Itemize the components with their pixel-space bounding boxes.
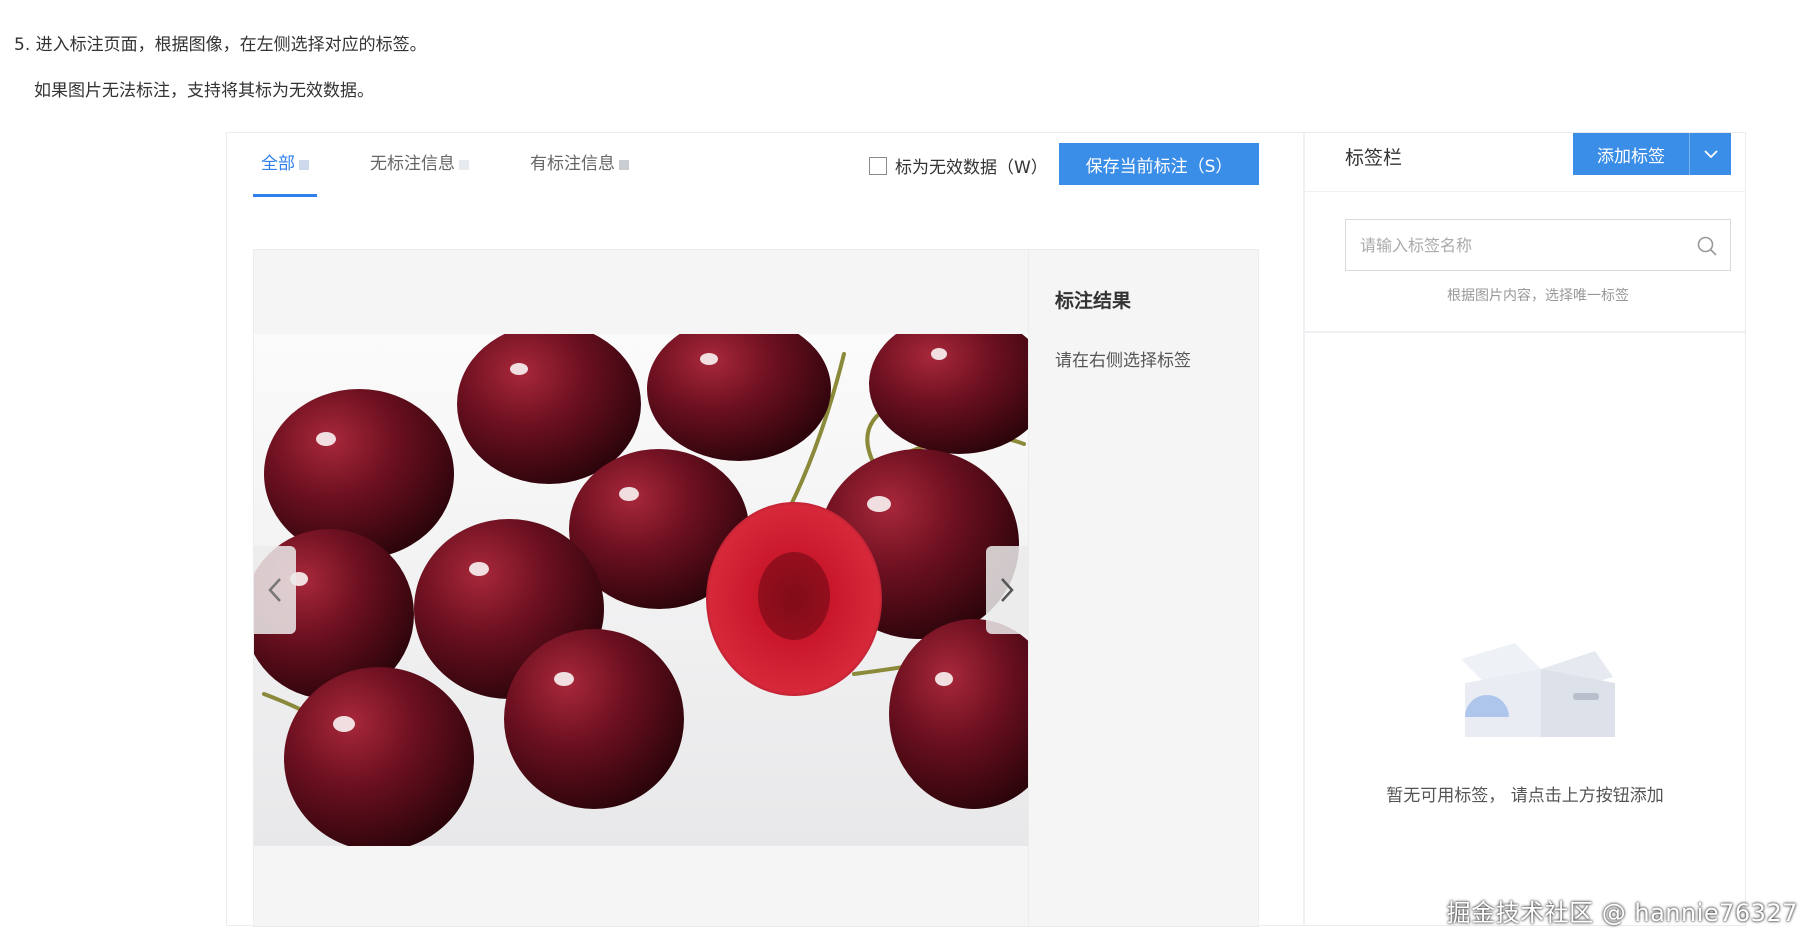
search-icon[interactable] <box>1696 235 1718 257</box>
chevron-down-icon <box>1703 150 1718 159</box>
tag-search <box>1345 219 1731 271</box>
tab-bar: 全部 无标注信息 有标注信息 <box>253 133 637 197</box>
invalid-label: 标为无效数据（W） <box>895 158 1048 178</box>
empty-box-icon <box>1461 643 1615 737</box>
count-badge <box>619 160 629 170</box>
tab-label: 有标注信息 <box>530 154 615 174</box>
tab-label: 无标注信息 <box>370 154 455 174</box>
tab-unlabeled[interactable]: 无标注信息 <box>362 133 477 197</box>
annotation-workspace: 全部 无标注信息 有标注信息 标为无效数据（W） 保存当前标注（S） 标注结果 … <box>227 133 1303 927</box>
result-title: 标注结果 <box>1055 290 1132 312</box>
doc-line-1: 5. 进入标注页面，根据图像，在左侧选择对应的标签。 <box>14 35 427 55</box>
watermark: 掘金技术社区 @ hannie76327 <box>1446 899 1798 927</box>
invalid-checkbox[interactable] <box>869 156 887 175</box>
prev-image-button[interactable] <box>254 546 296 634</box>
result-hint: 请在右侧选择标签 <box>1055 351 1191 371</box>
tag-panel-title: 标签栏 <box>1345 147 1403 169</box>
chevron-right-icon <box>1001 578 1014 602</box>
tag-helper-text: 根据图片内容，选择唯一标签 <box>1447 288 1629 304</box>
tab-all[interactable]: 全部 <box>253 133 317 197</box>
count-badge <box>299 160 309 170</box>
count-badge <box>459 160 469 170</box>
empty-tags-text: 暂无可用标签， 请点击上方按钮添加 <box>1386 786 1664 806</box>
annotation-panel: 全部 无标注信息 有标注信息 标为无效数据（W） 保存当前标注（S） 标注结果 … <box>226 132 1746 927</box>
add-tag-button[interactable]: 添加标签 <box>1573 133 1689 175</box>
divider <box>1305 191 1745 192</box>
add-tag-dropdown[interactable] <box>1689 133 1731 175</box>
chevron-left-icon <box>268 578 281 602</box>
cherry-image <box>254 334 1028 846</box>
next-image-button[interactable] <box>986 546 1028 634</box>
save-annotation-button[interactable]: 保存当前标注（S） <box>1059 143 1259 185</box>
tag-panel: 标签栏 添加标签 根据图片内容，选择唯一标签 暂无可用标签， 请点击上方按钮添加 <box>1305 133 1745 925</box>
annotation-result-panel: 标注结果 请在右侧选择标签 <box>1028 250 1260 926</box>
image-stage <box>254 250 1028 926</box>
doc-line-2: 如果图片无法标注，支持将其标为无效数据。 <box>34 81 374 101</box>
image-viewer: 标注结果 请在右侧选择标签 <box>253 249 1259 927</box>
invalid-data-toggle[interactable]: 标为无效数据（W） <box>869 153 1048 178</box>
tab-label: 全部 <box>261 154 295 174</box>
tag-search-input[interactable] <box>1346 220 1730 270</box>
divider <box>1305 331 1745 333</box>
tab-labeled[interactable]: 有标注信息 <box>522 133 637 197</box>
